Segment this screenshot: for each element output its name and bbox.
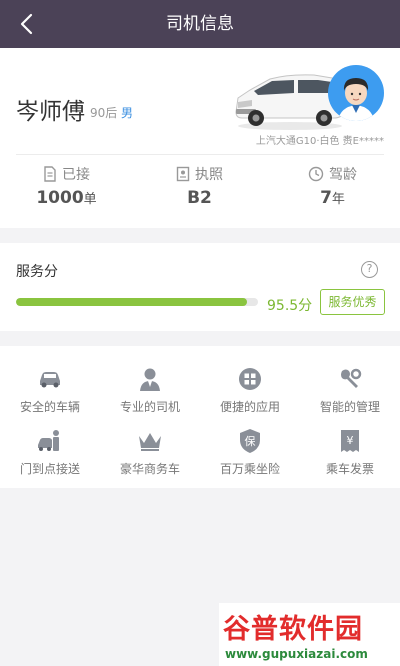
clock-icon xyxy=(308,166,324,182)
driver-icon xyxy=(140,368,160,391)
watermark-url: www.gupuxiazai.com xyxy=(225,647,368,661)
driver-age: 90后 xyxy=(90,106,118,120)
stat-driving-years-label: 驾龄 xyxy=(329,167,357,183)
feature-label: 专业的司机 xyxy=(119,400,180,414)
feature-item-invoice: ¥ 乘车发票 xyxy=(300,428,400,477)
page-title: 司机信息 xyxy=(166,14,234,34)
stat-license: 执照 B2 xyxy=(133,164,266,208)
watermark-logo: 谷普软件园 www.gupuxiazai.com xyxy=(219,603,400,666)
stat-orders-value: 1000 xyxy=(36,188,84,208)
stat-license-label: 执照 xyxy=(195,167,223,183)
driver-card: 岑师傅 90后 男 上汽大通G10·白色 赉E***** 已接 1000单 执照… xyxy=(0,48,400,228)
feature-item-luxury-car: 豪华商务车 xyxy=(100,428,200,477)
stat-orders: 已接 1000单 xyxy=(0,164,133,208)
stat-driving-years-value: 7 xyxy=(320,188,332,208)
back-button[interactable] xyxy=(8,6,44,42)
feature-item-smart-management: 智能的管理 xyxy=(300,366,400,415)
stat-orders-label: 已接 xyxy=(62,167,90,183)
divider xyxy=(16,154,384,155)
service-score-value: 95.5分 xyxy=(267,298,313,314)
service-score-title: 服务分 xyxy=(16,264,58,280)
question-icon[interactable]: ? xyxy=(361,261,378,278)
header-bar: 司机信息 xyxy=(0,0,400,48)
feature-label: 乘车发票 xyxy=(325,462,374,476)
driver-gender: 男 xyxy=(121,106,134,120)
feature-item-door-to-door: 门到点接送 xyxy=(0,428,100,477)
car-icon xyxy=(40,372,60,388)
watermark-title: 谷普软件园 xyxy=(223,614,363,645)
service-score-progress-fill xyxy=(16,298,248,306)
service-score-badge: 服务优秀 xyxy=(320,289,385,315)
crown-icon xyxy=(139,433,161,451)
pickup-icon xyxy=(38,430,59,451)
order-doc-icon xyxy=(44,166,56,182)
features-grid: 安全的车辆 专业的司机 便捷的应用 智能的管理 门到点接送 豪华商务车 保 百万… xyxy=(0,346,400,488)
stat-orders-unit: 单 xyxy=(83,192,97,207)
driver-avatar xyxy=(328,65,384,121)
stat-license-value: B2 xyxy=(187,188,212,208)
feature-label: 豪华商务车 xyxy=(119,462,180,476)
avatar-icon xyxy=(338,78,374,121)
feature-item-pro-driver: 专业的司机 xyxy=(100,366,200,415)
service-score-card: 服务分 ? 95.5分 服务优秀 xyxy=(0,243,400,331)
svg-text:保: 保 xyxy=(245,434,256,448)
invoice-icon: ¥ xyxy=(341,430,359,452)
stat-driving-years: 驾龄 7年 xyxy=(266,164,399,208)
feature-label: 智能的管理 xyxy=(319,400,380,414)
feature-label: 安全的车辆 xyxy=(19,400,80,414)
feature-item-convenient-app: 便捷的应用 xyxy=(200,366,300,415)
feature-item-safe-vehicle: 安全的车辆 xyxy=(0,366,100,415)
service-score-progress xyxy=(16,298,258,306)
feature-item-insurance: 保 百万乘坐险 xyxy=(200,428,300,477)
wrench-icon xyxy=(341,368,362,388)
feature-label: 百万乘坐险 xyxy=(219,462,280,476)
chevron-left-icon xyxy=(20,13,33,35)
license-icon xyxy=(176,166,190,182)
feature-label: 门到点接送 xyxy=(19,462,80,476)
feature-label: 便捷的应用 xyxy=(219,400,280,414)
driver-name: 岑师傅 xyxy=(16,99,85,125)
car-plate-info: 上汽大通G10·白色 赉E***** xyxy=(255,136,384,147)
stat-driving-years-unit: 年 xyxy=(331,192,345,207)
svg-text:¥: ¥ xyxy=(347,434,354,447)
apps-icon xyxy=(239,368,261,390)
insurance-icon: 保 xyxy=(240,429,260,453)
